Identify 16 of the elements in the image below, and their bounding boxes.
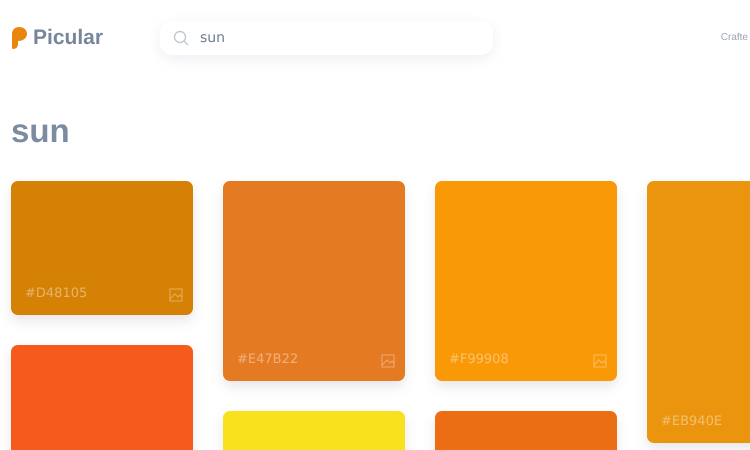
search-field[interactable]: sun: [160, 21, 493, 55]
color-card[interactable]: #EB940E: [647, 181, 750, 443]
hex-code: #E47B22: [237, 352, 298, 367]
logo-icon: [11, 26, 27, 50]
image-icon[interactable]: [169, 288, 183, 302]
color-card[interactable]: #F99908: [435, 181, 617, 381]
logo-text[interactable]: Picular: [33, 26, 104, 50]
header-link[interactable]: Crafte: [720, 32, 748, 43]
hex-code: #F99908: [449, 352, 509, 367]
hex-code: #EB940E: [661, 414, 722, 429]
image-icon[interactable]: [381, 354, 395, 368]
color-card[interactable]: #D48105: [11, 181, 193, 315]
page-title: sun: [11, 111, 71, 151]
hex-code: #D48105: [25, 286, 88, 301]
image-icon[interactable]: [593, 354, 607, 368]
color-card[interactable]: #E47B22: [223, 181, 405, 381]
